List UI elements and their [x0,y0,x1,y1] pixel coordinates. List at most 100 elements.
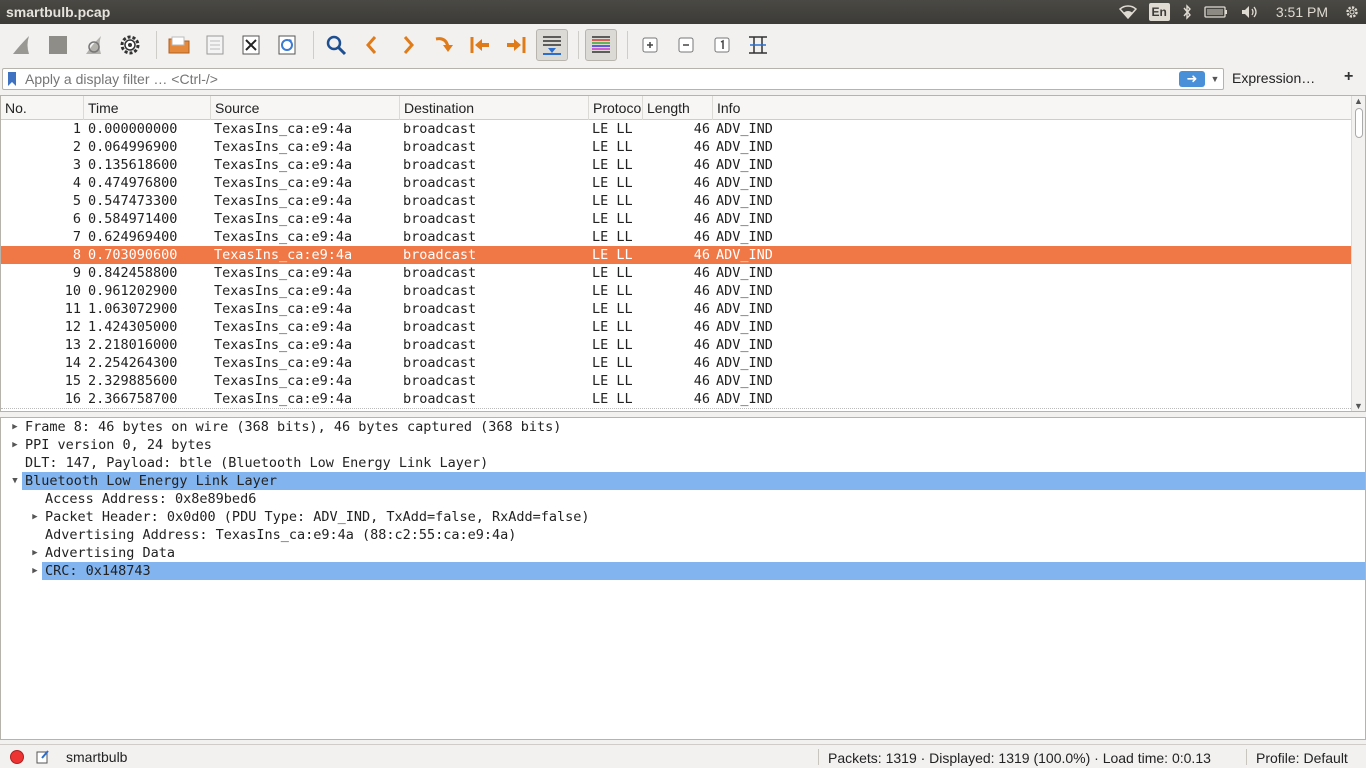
start-capture-button[interactable] [6,29,38,61]
packet-row[interactable]: 12 1.424305000 TexasIns_ca:e9:4a broadcast L… [1,318,1351,336]
apply-filter-arrow-icon[interactable]: ➜ [1179,71,1205,87]
zoom-out-button[interactable] [670,29,702,61]
packet-list-scrollbar[interactable]: ▲ ▼ [1351,96,1365,411]
packet-row[interactable]: 11 1.063072900 TexasIns_ca:e9:4a broadcast L… [1,300,1351,318]
restart-capture-button[interactable] [78,29,110,61]
tree-item[interactable]: Access Address: 0x8e89bed6 [1,490,1365,508]
auto-scroll-button[interactable] [536,29,568,61]
expander-collapsed-icon[interactable]: ▶ [9,418,21,436]
save-document-icon [206,35,224,55]
status-profile[interactable]: Profile: Default [1256,750,1348,766]
normal-size-button[interactable] [706,29,738,61]
packet-row[interactable]: 14 2.254264300 TexasIns_ca:e9:4a broadcast L… [1,354,1351,372]
expander-collapsed-icon[interactable]: ▶ [29,544,41,562]
tree-item[interactable]: ▶ Advertising Data [1,544,1365,562]
packet-row[interactable]: 1 0.000000000 TexasIns_ca:e9:4a broadcast LE… [1,120,1351,138]
display-filter-input[interactable] [25,71,1179,87]
packet-cell-time: 2.254264300 [88,355,178,371]
wifi-icon[interactable] [1113,0,1143,24]
tree-item[interactable]: ▶ CRC: 0x148743 [1,562,1365,580]
packet-details-tree: ▶ Frame 8: 46 bytes on wire (368 bits), 4… [0,417,1366,740]
panel-indicators: En 3:51 PM [1113,0,1366,24]
packet-row[interactable]: 6 0.584971400 TexasIns_ca:e9:4a broadcast LE… [1,210,1351,228]
tree-item[interactable]: Advertising Address: TexasIns_ca:e9:4a (… [1,526,1365,544]
packet-row[interactable]: 10 0.961202900 TexasIns_ca:e9:4a broadcast L… [1,282,1351,300]
close-file-button[interactable] [235,29,267,61]
packet-row[interactable]: 8 0.703090600 TexasIns_ca:e9:4a broadcast LE… [1,246,1351,264]
scrollbar-thumb[interactable] [1355,108,1363,138]
packet-row[interactable]: 13 2.218016000 TexasIns_ca:e9:4a broadcast L… [1,336,1351,354]
capture-comment-icon[interactable] [36,749,50,764]
tree-item[interactable]: ▶ Frame 8: 46 bytes on wire (368 bits), 4… [1,418,1365,436]
packet-row[interactable]: 3 0.135618600 TexasIns_ca:e9:4a broadcast LE… [1,156,1351,174]
go-back-button[interactable] [356,29,388,61]
packet-cell-time: 0.961202900 [88,283,178,299]
packet-row[interactable]: 4 0.474976800 TexasIns_ca:e9:4a broadcast LE… [1,174,1351,192]
open-file-button[interactable] [163,29,195,61]
packet-row[interactable]: 9 0.842458800 TexasIns_ca:e9:4a broadcast LE… [1,264,1351,282]
expander-collapsed-icon[interactable]: ▶ [29,562,41,580]
chevron-down-icon[interactable]: ▼ [1209,74,1221,84]
expander-collapsed-icon[interactable]: ▶ [29,508,41,526]
clock[interactable]: 3:51 PM [1266,0,1338,24]
tree-item[interactable]: ▶ PPI version 0, 24 bytes [1,436,1365,454]
battery-icon[interactable] [1198,0,1234,24]
packet-cell-proto: LE LL [592,139,633,155]
packet-cell-proto: LE LL [592,157,633,173]
packet-row[interactable]: 2 0.064996900 TexasIns_ca:e9:4a broadcast LE… [1,138,1351,156]
column-header-protocol[interactable]: Protoco [589,96,643,120]
expression-button[interactable]: Expression… [1232,70,1315,86]
add-filter-button[interactable]: + [1344,68,1353,86]
tree-item[interactable]: DLT: 147, Payload: btle (Bluetooth Low E… [1,454,1365,472]
keyboard-language-indicator[interactable]: En [1148,3,1170,21]
tree-item[interactable]: ▶ Packet Header: 0x0d00 (PDU Type: ADV_IN… [1,508,1365,526]
column-header-source[interactable]: Source [211,96,400,120]
volume-icon[interactable] [1234,0,1266,24]
scroll-up-icon[interactable]: ▲ [1354,96,1363,106]
colorize-button[interactable] [585,29,617,61]
packet-cell-src: TexasIns_ca:e9:4a [214,229,353,245]
go-first-packet-button[interactable] [464,29,496,61]
column-header-time[interactable]: Time [84,96,211,120]
last-packet-icon [507,37,526,53]
resize-columns-button[interactable] [742,29,774,61]
column-header-no[interactable]: No. [1,96,84,120]
packet-cell-info: ADV_IND [716,337,773,353]
stop-capture-button[interactable] [42,29,74,61]
go-to-packet-button[interactable] [428,29,460,61]
colorize-lines-icon [592,36,610,53]
column-header-length[interactable]: Length [643,96,713,120]
packet-cell-src: TexasIns_ca:e9:4a [214,391,353,407]
packet-cell-info: ADV_IND [716,283,773,299]
go-last-packet-button[interactable] [500,29,532,61]
bluetooth-icon[interactable] [1176,0,1198,24]
settings-gear-icon[interactable] [1338,0,1366,24]
packet-row[interactable]: 5 0.547473300 TexasIns_ca:e9:4a broadcast LE… [1,192,1351,210]
tree-item[interactable]: ▼ Bluetooth Low Energy Link Layer [1,472,1365,490]
column-header-destination[interactable]: Destination [400,96,589,120]
capture-options-button[interactable] [114,29,146,61]
bookmark-icon[interactable] [5,69,19,89]
packet-row[interactable]: 7 0.624969400 TexasIns_ca:e9:4a broadcast LE… [1,228,1351,246]
pane-splitter-handle[interactable] [680,412,686,424]
go-forward-button[interactable] [392,29,424,61]
packet-row[interactable]: 15 2.329885600 TexasIns_ca:e9:4a broadcast L… [1,372,1351,390]
save-file-button[interactable] [199,29,231,61]
expander-expanded-icon[interactable]: ▼ [9,472,21,490]
tree-item-label: Advertising Address: TexasIns_ca:e9:4a (… [45,527,517,543]
packet-cell-proto: LE LL [592,265,633,281]
find-packet-button[interactable] [320,29,352,61]
packet-cell-len: 46 [693,373,710,389]
packet-cell-no: 9 [72,265,81,281]
expert-info-icon[interactable] [10,749,24,764]
column-header-info[interactable]: Info [713,96,1351,120]
packet-cell-time: 0.547473300 [88,193,178,209]
packet-cell-src: TexasIns_ca:e9:4a [214,247,353,263]
display-filter-field[interactable]: ➜ ▼ [2,68,1224,90]
scroll-down-icon[interactable]: ▼ [1354,401,1363,411]
reload-file-button[interactable] [271,29,303,61]
packet-cell-dst: broadcast [403,283,477,299]
zoom-in-button[interactable] [634,29,666,61]
packet-row[interactable]: 16 2.366758700 TexasIns_ca:e9:4a broadcast L… [1,390,1351,408]
expander-collapsed-icon[interactable]: ▶ [9,436,21,454]
